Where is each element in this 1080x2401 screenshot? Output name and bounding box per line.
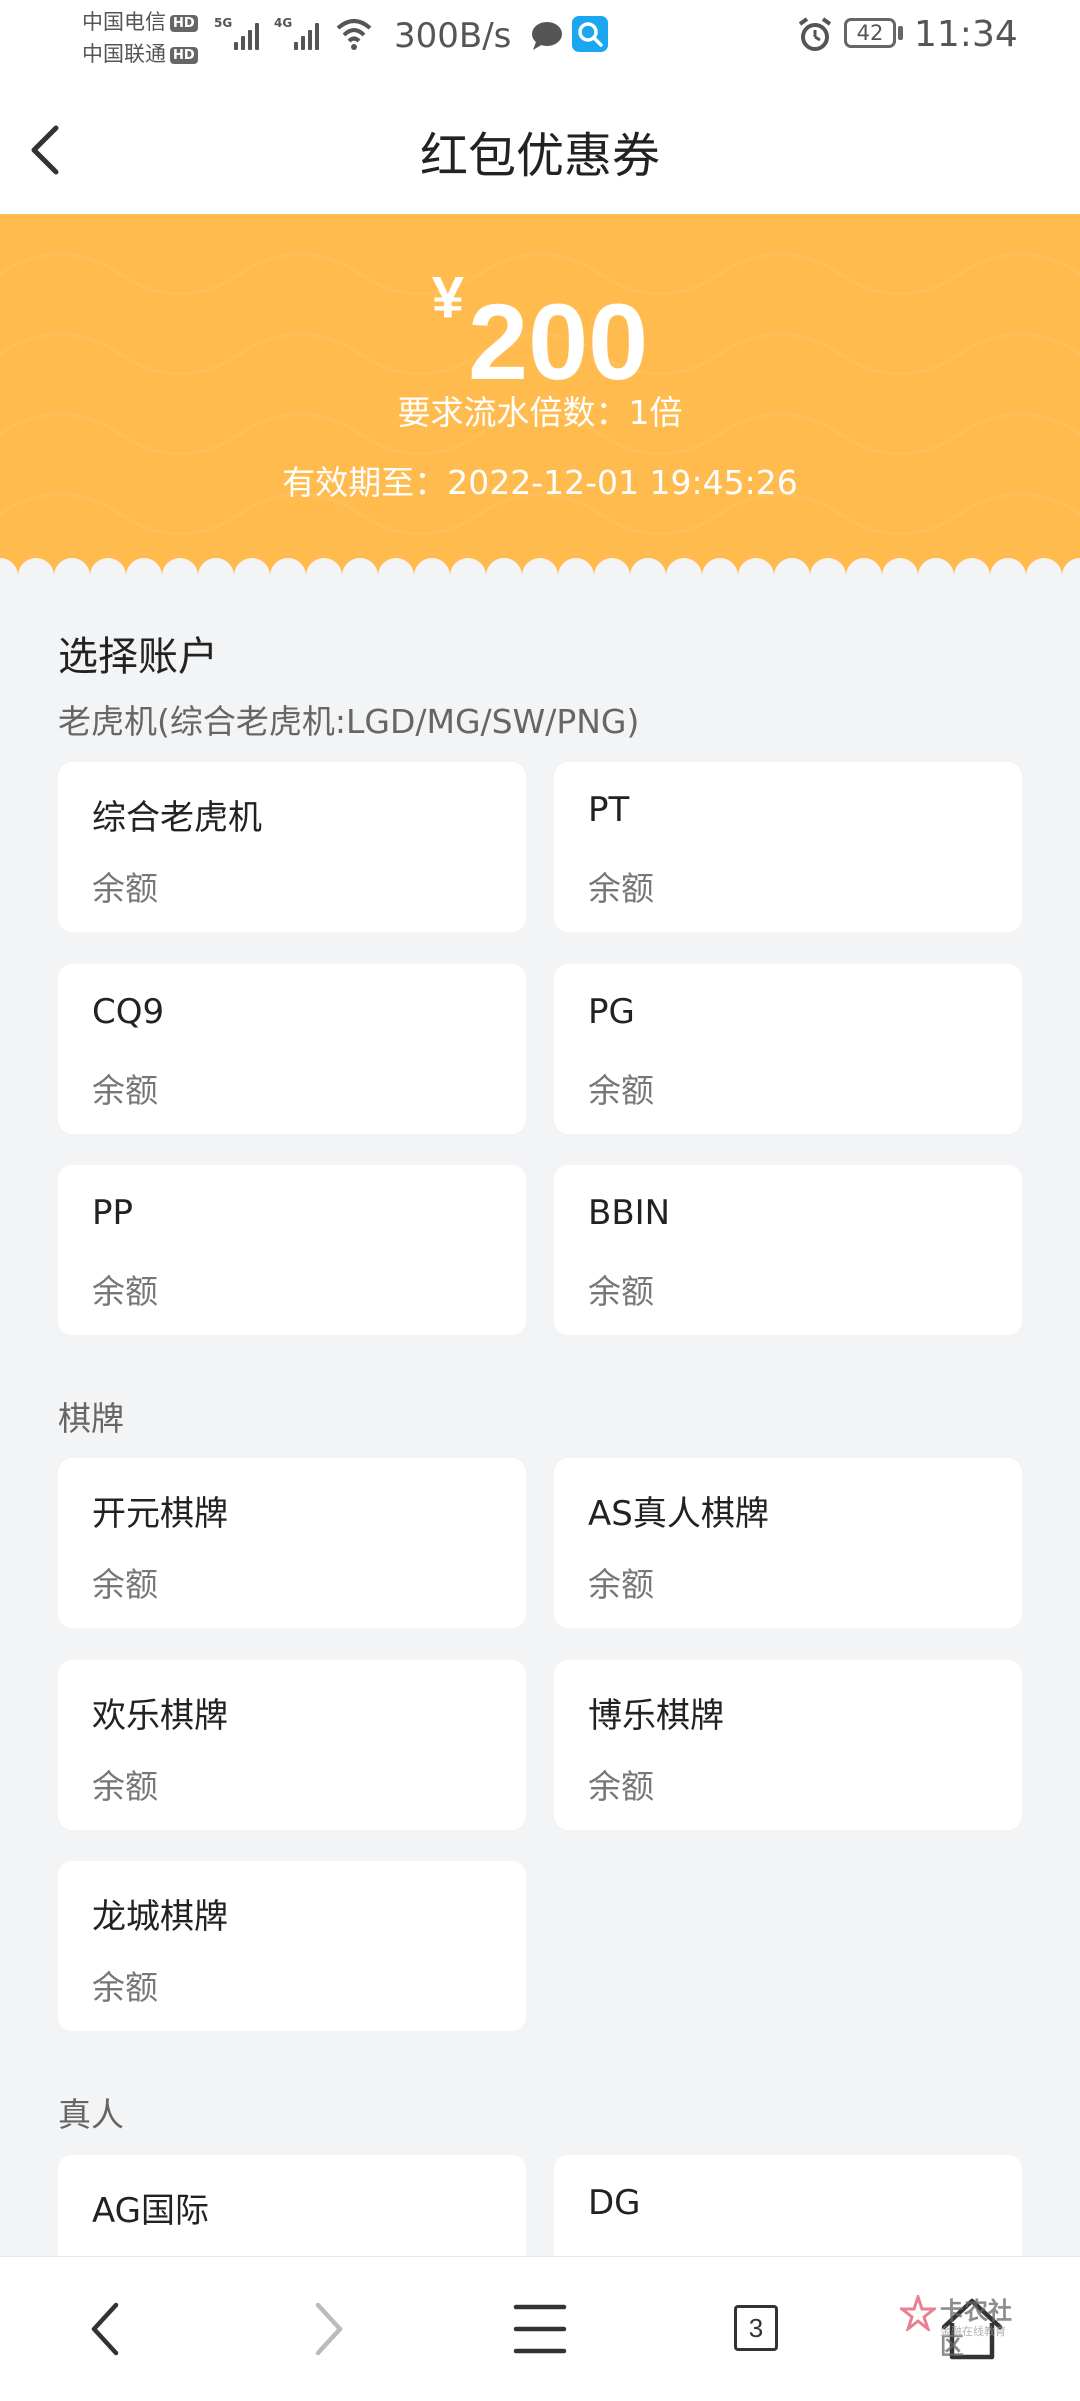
card-title: PG [588,992,635,1032]
menu-icon[interactable] [490,2279,590,2379]
card-title: PP [92,1193,134,1233]
account-card-开元棋牌[interactable]: 开元棋牌 余额 [58,1458,526,1628]
account-card-欢乐棋牌[interactable]: 欢乐棋牌 余额 [58,1660,526,1830]
wager-requirement: 要求流水倍数：1倍 [397,393,683,432]
account-card-综合老虎机[interactable]: 综合老虎机 余额 [58,762,526,932]
card-title: 开元棋牌 [92,1494,228,1534]
card-balance-label: 余额 [588,869,654,908]
card-title: PT [588,790,630,830]
account-card-龙城棋牌[interactable]: 龙城棋牌 余额 [58,1861,526,2031]
coupon-banner: ¥200 要求流水倍数：1倍 有效期至：2022-12-01 19:45:26 [0,214,1080,574]
carrier-2: 中国联通 HD [82,38,198,68]
card-balance-label: 余额 [588,1767,654,1806]
nav-back-icon[interactable] [56,2279,156,2379]
card-title: 欢乐棋牌 [92,1696,228,1736]
account-card-cq9[interactable]: CQ9 余额 [58,964,526,1134]
account-card-as真人棋牌[interactable]: AS真人棋牌 余额 [554,1458,1022,1628]
account-card-博乐棋牌[interactable]: 博乐棋牌 余额 [554,1660,1022,1830]
card-balance-label: 余额 [92,1968,158,2007]
tab-count-badge: 3 [734,2305,778,2351]
status-bar: 中国电信 HD 中国联通 HD 5G 4G 300B/s 42 11:34 [0,0,1080,78]
card-title: 综合老虎机 [92,798,262,838]
account-card-pg[interactable]: PG 余额 [554,964,1022,1134]
account-card-pt[interactable]: PT 余额 [554,762,1022,932]
currency-symbol: ¥ [431,265,465,330]
card-balance-label: 余额 [588,1565,654,1604]
clock: 11:34 [914,14,1018,55]
browser-bottom-nav: 3 卡农社区 金融在线教育 [0,2256,1080,2401]
page-title: 红包优惠券 [419,128,660,184]
alarm-icon [798,17,832,51]
section-label-live: 真人 [58,2095,124,2134]
nav-forward-icon[interactable] [278,2279,378,2379]
card-title: DG [588,2183,641,2223]
network-speed: 300B/s [394,16,512,56]
card-title: 龙城棋牌 [92,1897,228,1937]
page-header: 红包优惠券 [0,78,1080,214]
watermark-logo: 卡农社区 金融在线教育 [900,2287,1030,2367]
card-title: 博乐棋牌 [588,1696,724,1736]
search-app-icon [572,16,608,52]
amount-value: 200 [468,281,649,402]
card-balance-label: 余额 [92,1272,158,1311]
card-balance-label: 余额 [92,1071,158,1110]
coupon-amount: ¥200 [0,264,1080,397]
tabs-button[interactable]: 3 [706,2279,806,2379]
card-title: CQ9 [92,992,165,1032]
card-balance-label: 余额 [588,1071,654,1110]
scallop-edge [0,558,1080,574]
card-title: BBIN [588,1193,671,1233]
wifi-icon [336,19,372,50]
battery-tip [898,26,903,40]
message-icon [532,22,562,50]
watermark-subtext: 金融在线教育 [940,2325,1006,2338]
watermark-icon [900,2295,936,2331]
card-title: AG国际 [92,2191,210,2231]
battery-icon: 42 [844,18,896,48]
card-balance-label: 余额 [92,1767,158,1806]
card-title: AS真人棋牌 [588,1494,769,1534]
account-card-pp[interactable]: PP 余额 [58,1165,526,1335]
expiry-date: 有效期至：2022-12-01 19:45:26 [282,463,798,502]
signal-5g-icon: 5G [214,16,264,50]
carrier-1: 中国电信 HD [82,6,198,36]
card-balance-label: 余额 [588,1272,654,1311]
select-account-heading: 选择账户 [58,634,218,680]
section-label-chess: 棋牌 [58,1399,124,1438]
account-card-bbin[interactable]: BBIN 余额 [554,1165,1022,1335]
section-label-slots: 老虎机(综合老虎机:LGD/MG/SW/PNG) [58,702,640,741]
card-balance-label: 余额 [92,869,158,908]
card-balance-label: 余额 [92,1565,158,1604]
signal-4g-icon: 4G [274,16,324,50]
